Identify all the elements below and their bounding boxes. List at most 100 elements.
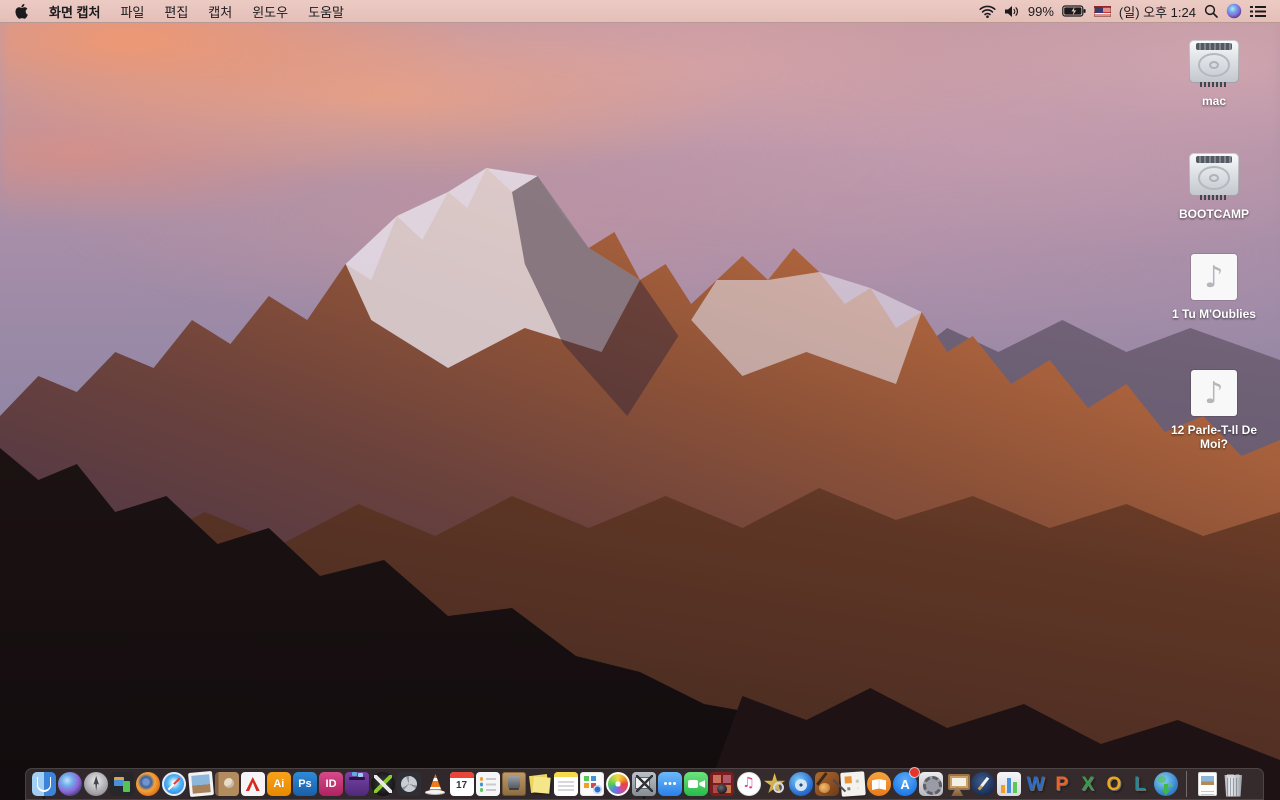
display-windows-icon — [110, 772, 135, 796]
volume-menu-extra[interactable] — [1000, 0, 1024, 22]
indesign-icon: ID — [319, 772, 344, 796]
powerpoint-glyph: P — [1055, 773, 1068, 795]
menu-capture[interactable]: 캡처 — [198, 0, 242, 22]
dock-powerpoint[interactable]: P — [1050, 768, 1074, 800]
photo-booth-icon — [710, 772, 735, 796]
dock-vlc[interactable] — [423, 768, 447, 800]
powerpoint-letter-icon: P — [1050, 772, 1074, 796]
dock-facetime[interactable] — [684, 768, 709, 800]
excel-letter-icon: X — [1076, 772, 1100, 796]
word-glyph: W — [1026, 773, 1045, 795]
desktop-icon-song-12[interactable]: 12 Parle-T-Il De Moi? — [1158, 370, 1270, 451]
dock-disk-tool[interactable] — [397, 768, 422, 800]
menu-file[interactable]: 파일 — [110, 0, 154, 22]
spotlight-menu-extra[interactable] — [1200, 0, 1222, 22]
dock-photo-booth[interactable] — [710, 768, 735, 800]
dock-reminders[interactable] — [475, 768, 500, 800]
dock-finder[interactable] — [32, 768, 56, 800]
dock-display-windows-app[interactable] — [110, 768, 135, 800]
dock-lync[interactable]: L — [1128, 768, 1152, 800]
dock-system-preferences[interactable] — [919, 768, 944, 800]
calendar-day-number: 17 — [455, 780, 468, 791]
desktop-icon-bootcamp[interactable]: BOOTCAMP — [1158, 153, 1270, 221]
dock-indesign[interactable]: ID — [319, 768, 344, 800]
dock-star-finder-app[interactable] — [763, 768, 787, 800]
dock-web-downloader[interactable] — [1154, 768, 1179, 800]
dock-contacts[interactable] — [214, 768, 239, 800]
dock-stickies[interactable] — [528, 768, 552, 800]
dock-app-store[interactable]: A — [893, 768, 920, 800]
us-flag-icon — [1093, 5, 1111, 17]
dock-dvd-tool[interactable] — [788, 768, 813, 800]
toaster-icon — [345, 772, 370, 796]
desktop-icon-mac[interactable]: mac — [1158, 40, 1270, 108]
dock-illustrator[interactable]: Ai — [266, 768, 291, 800]
dock-launchpad[interactable] — [84, 768, 109, 800]
desktop-icon-song-1[interactable]: 1 Tu M'Oublies — [1158, 254, 1270, 321]
menu-bar-clock[interactable]: (일) 오후 1:24 — [1115, 2, 1200, 21]
dock-calendar[interactable]: 17 — [449, 768, 474, 800]
dock-word[interactable]: W — [1024, 768, 1048, 800]
apple-menu[interactable] — [0, 0, 39, 22]
dock-document-file[interactable] — [1195, 768, 1219, 800]
outlook-letter-icon: O — [1102, 772, 1126, 796]
dock-pages[interactable] — [971, 768, 996, 800]
photos-pinwheel-icon — [606, 772, 631, 796]
indesign-glyph: ID — [325, 777, 337, 790]
launchpad-rocket-icon — [84, 772, 109, 796]
dock-photos[interactable] — [606, 768, 631, 800]
wifi-menu-extra[interactable] — [975, 0, 1000, 22]
dock-toast-titanium[interactable] — [345, 768, 370, 800]
dock-ibooks[interactable] — [867, 768, 891, 800]
desktop-icon-label: BOOTCAMP — [1179, 207, 1249, 221]
hard-drive-icon — [1186, 40, 1242, 87]
dock-media-converter[interactable] — [371, 768, 396, 800]
dock-safari[interactable] — [162, 768, 187, 800]
dock-letterpress-box[interactable] — [501, 768, 526, 800]
dock-garageband[interactable] — [814, 768, 839, 800]
dock-trash[interactable] — [1221, 768, 1245, 800]
notification-center-menu-extra[interactable] — [1246, 0, 1270, 22]
gold-star-loupe-icon — [763, 772, 787, 796]
dock-firefox[interactable] — [136, 768, 161, 800]
dock-acrobat[interactable] — [240, 768, 265, 800]
numbers-bar-chart-icon — [997, 772, 1022, 796]
siri-app-icon — [58, 772, 83, 796]
menu-app-name[interactable]: 화면 캡처 — [39, 0, 110, 22]
photoshop-glyph: Ps — [298, 777, 312, 790]
app-store-glyph: A — [900, 776, 910, 792]
green-x-app-icon — [371, 772, 396, 796]
itunes-note-icon — [736, 772, 761, 796]
document-file-icon — [1197, 772, 1217, 796]
keynote-podium-icon — [945, 772, 971, 796]
wifi-icon — [979, 5, 996, 18]
garageband-guitar-icon — [814, 772, 839, 796]
dock-outlook[interactable]: O — [1102, 768, 1126, 800]
dock-keynote[interactable] — [945, 768, 971, 800]
dock-page-layout-app[interactable] — [840, 768, 866, 800]
dock-numbers[interactable] — [997, 768, 1022, 800]
siri-menu-extra[interactable] — [1222, 0, 1246, 22]
notification-center-icon — [1250, 5, 1266, 17]
dock-itunes[interactable] — [736, 768, 761, 800]
desktop-icon-label: mac — [1201, 94, 1227, 108]
battery-menu-extra[interactable] — [1058, 0, 1090, 22]
dock-photoshop[interactable]: Ps — [292, 768, 317, 800]
input-source-menu-extra[interactable] — [1090, 0, 1115, 22]
vlc-cone-icon — [423, 772, 447, 796]
dock-grab-screen-capture[interactable] — [632, 768, 657, 800]
dock-excel[interactable]: X — [1076, 768, 1100, 800]
hard-drive-icon — [1186, 153, 1242, 200]
dock-siri[interactable] — [58, 768, 83, 800]
dock-messages[interactable] — [658, 768, 683, 800]
menu-window[interactable]: 윈도우 — [242, 0, 298, 22]
menu-edit[interactable]: 편집 — [154, 0, 198, 22]
contacts-book-icon — [214, 772, 239, 796]
photo-print-icon — [187, 770, 214, 798]
dock-print-labels-app[interactable] — [579, 768, 604, 800]
desktop-icon-label: 12 Parle-T-Il De Moi? — [1170, 423, 1258, 451]
menu-help[interactable]: 도움말 — [298, 0, 354, 22]
dock-notes[interactable] — [553, 768, 578, 800]
dock-image-viewer[interactable] — [187, 768, 214, 800]
illustrator-glyph: Ai — [273, 777, 285, 790]
